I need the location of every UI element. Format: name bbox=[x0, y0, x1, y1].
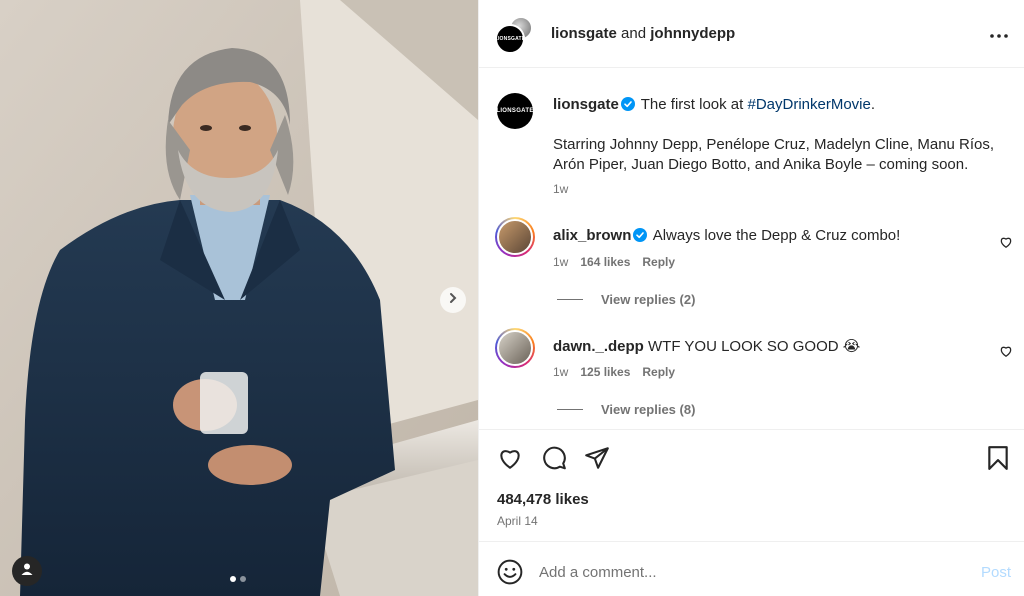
likes-count[interactable]: 484,478 likes bbox=[497, 491, 589, 508]
post-button[interactable]: Post bbox=[981, 564, 1011, 581]
post-caption: lionsgate The first look at #DayDrinkerM… bbox=[553, 95, 1008, 175]
comments-section[interactable]: LIONSGATE lionsgate The first look at #D… bbox=[479, 69, 1024, 429]
share-button[interactable] bbox=[583, 444, 611, 472]
comment-meta: 1w 125 likes Reply bbox=[553, 365, 687, 379]
view-replies-label: View replies (2) bbox=[601, 292, 696, 307]
avatar-brand: LIONSGATE bbox=[494, 36, 526, 42]
more-horizontal-icon bbox=[990, 25, 1008, 43]
post-image bbox=[0, 0, 478, 596]
carousel-dot bbox=[230, 576, 236, 582]
caption-username[interactable]: lionsgate bbox=[553, 96, 619, 113]
comment-likes[interactable]: 125 likes bbox=[580, 365, 630, 379]
avatar[interactable] bbox=[495, 328, 535, 368]
author-username[interactable]: lionsgate bbox=[551, 25, 617, 42]
carousel-dot bbox=[240, 576, 246, 582]
post-actions: 484,478 likes April 14 bbox=[479, 429, 1024, 541]
view-replies-button[interactable]: View replies (2) bbox=[557, 292, 695, 307]
post-photo[interactable] bbox=[0, 0, 478, 596]
reply-button[interactable]: Reply bbox=[642, 255, 675, 269]
next-photo-button[interactable] bbox=[440, 287, 466, 313]
avatar-brand: LIONSGATE bbox=[496, 108, 534, 114]
like-button[interactable] bbox=[496, 444, 524, 472]
verified-badge-icon bbox=[633, 228, 648, 242]
add-comment-bar: Post bbox=[479, 541, 1024, 596]
carousel-indicator bbox=[230, 576, 246, 582]
verified-badge-icon bbox=[620, 97, 635, 111]
comment-time[interactable]: 1w bbox=[553, 255, 568, 269]
comment-meta: 1w 164 likes Reply bbox=[553, 255, 687, 269]
replies-line bbox=[557, 409, 583, 410]
post-authors[interactable]: lionsgate and johnnydepp bbox=[551, 25, 735, 42]
caption-time[interactable]: 1w bbox=[553, 182, 568, 196]
caption-paragraph: Starring Johnny Depp, Penélope Cruz, Mad… bbox=[553, 136, 995, 173]
heart-icon[interactable] bbox=[999, 235, 1013, 249]
post-details-panel: LIONSGATE lionsgate and johnnydepp LIONS… bbox=[478, 0, 1024, 596]
post-date[interactable]: April 14 bbox=[497, 514, 538, 528]
avatar-image bbox=[497, 330, 533, 366]
comment-icon bbox=[543, 446, 566, 470]
caption-punctuation: . bbox=[870, 96, 876, 113]
reply-button[interactable]: Reply bbox=[642, 365, 675, 379]
comment-input[interactable] bbox=[539, 560, 959, 584]
comment-body: dawn._.depp WTF YOU LOOK SO GOOD 😭 bbox=[553, 337, 860, 355]
emoji-icon[interactable] bbox=[497, 559, 523, 585]
avatar[interactable]: LIONSGATE bbox=[496, 93, 534, 129]
post-header: LIONSGATE lionsgate and johnnydepp bbox=[479, 0, 1024, 68]
comment-time[interactable]: 1w bbox=[553, 365, 568, 379]
heart-icon[interactable] bbox=[999, 344, 1013, 358]
comment-body: alix_brown Always love the Depp & Cruz c… bbox=[553, 227, 900, 244]
bookmark-icon bbox=[988, 446, 1008, 470]
comment-button[interactable] bbox=[540, 444, 568, 472]
comment-username[interactable]: dawn._.depp bbox=[553, 338, 644, 355]
hashtag-link[interactable]: #DayDrinkerMovie bbox=[747, 96, 870, 113]
save-button[interactable] bbox=[984, 444, 1012, 472]
chevron-right-icon bbox=[447, 291, 459, 309]
author-joiner: and bbox=[621, 25, 647, 42]
avatar[interactable] bbox=[495, 217, 535, 257]
tagged-users-button[interactable] bbox=[12, 556, 42, 586]
send-icon bbox=[585, 447, 609, 469]
comment-text: WTF YOU LOOK SO GOOD 😭 bbox=[648, 338, 861, 355]
caption-text: The first look at bbox=[640, 96, 744, 113]
collab-avatars[interactable]: LIONSGATE bbox=[495, 16, 533, 54]
replies-line bbox=[557, 299, 583, 300]
comment-likes[interactable]: 164 likes bbox=[580, 255, 630, 269]
view-replies-button[interactable]: View replies (8) bbox=[557, 402, 695, 417]
view-replies-label: View replies (8) bbox=[601, 402, 696, 417]
comment-username[interactable]: alix_brown bbox=[553, 227, 631, 244]
more-options-button[interactable] bbox=[987, 22, 1011, 46]
comment-text: Always love the Depp & Cruz combo! bbox=[652, 227, 901, 244]
user-tag-icon bbox=[20, 562, 34, 581]
heart-icon bbox=[500, 450, 520, 469]
avatar-image bbox=[497, 219, 533, 255]
avatar: LIONSGATE bbox=[495, 24, 525, 54]
author-username[interactable]: johnnydepp bbox=[650, 25, 735, 42]
